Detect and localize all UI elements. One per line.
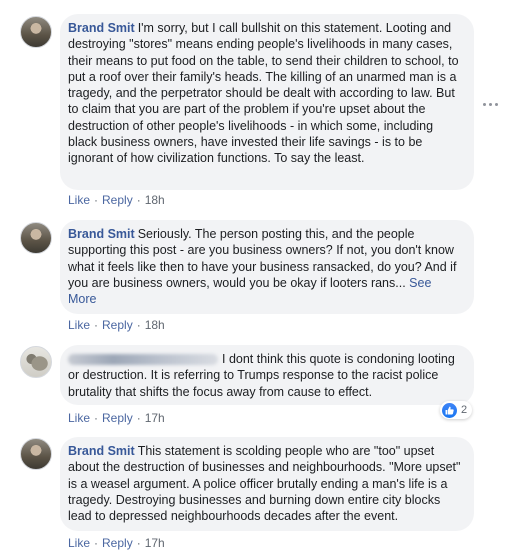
separator: · — [94, 318, 99, 332]
comment-actions: Like · Reply · 17h — [68, 536, 165, 550]
reaction-summary[interactable]: 2 — [440, 401, 473, 419]
reaction-count: 2 — [461, 404, 468, 416]
comment-timestamp[interactable]: 18h — [145, 193, 165, 207]
reply-link[interactable]: Reply — [102, 193, 133, 207]
like-link[interactable]: Like — [68, 193, 90, 207]
separator: · — [136, 536, 141, 550]
like-link[interactable]: Like — [68, 536, 90, 550]
comment-text: I'm sorry, but I call bullshit on this s… — [68, 21, 459, 166]
avatar[interactable] — [20, 222, 52, 254]
comment-author[interactable]: Brand Smit — [68, 21, 135, 35]
avatar[interactable] — [20, 16, 52, 48]
like-link[interactable]: Like — [68, 411, 90, 425]
comment-bubble: Brand Smit I'm sorry, but I call bullshit… — [60, 14, 474, 190]
comment-timestamp[interactable]: 17h — [145, 536, 165, 550]
comment-author[interactable]: Brand Smit — [68, 444, 135, 458]
comment-timestamp[interactable]: 17h — [145, 411, 165, 425]
comment-author[interactable]: Brand Smit — [68, 227, 135, 241]
like-reaction-icon — [442, 402, 457, 418]
like-link[interactable]: Like — [68, 318, 90, 332]
comment-actions: Like · Reply · 18h — [68, 318, 165, 332]
separator: · — [94, 193, 99, 207]
redacted-author-name — [68, 354, 218, 366]
comment-bubble: Brand Smit This statement is scolding peo… — [60, 437, 474, 531]
comment-timestamp[interactable]: 18h — [145, 318, 165, 332]
avatar[interactable] — [20, 438, 52, 470]
comment-actions: Like · Reply · 17h — [68, 411, 165, 425]
separator: · — [94, 411, 99, 425]
separator: · — [136, 411, 141, 425]
reply-link[interactable]: Reply — [102, 411, 133, 425]
reply-link[interactable]: Reply — [102, 318, 133, 332]
separator: · — [94, 536, 99, 550]
comment-bubble: I dont think this quote is condoning loo… — [60, 345, 474, 405]
comment-actions: Like · Reply · 18h — [68, 193, 165, 207]
reply-link[interactable]: Reply — [102, 536, 133, 550]
separator: · — [136, 318, 141, 332]
more-options-icon[interactable] — [483, 101, 499, 107]
avatar[interactable] — [20, 346, 52, 378]
comment-bubble: Brand Smit Seriously. The person posting … — [60, 220, 474, 314]
separator: · — [136, 193, 141, 207]
